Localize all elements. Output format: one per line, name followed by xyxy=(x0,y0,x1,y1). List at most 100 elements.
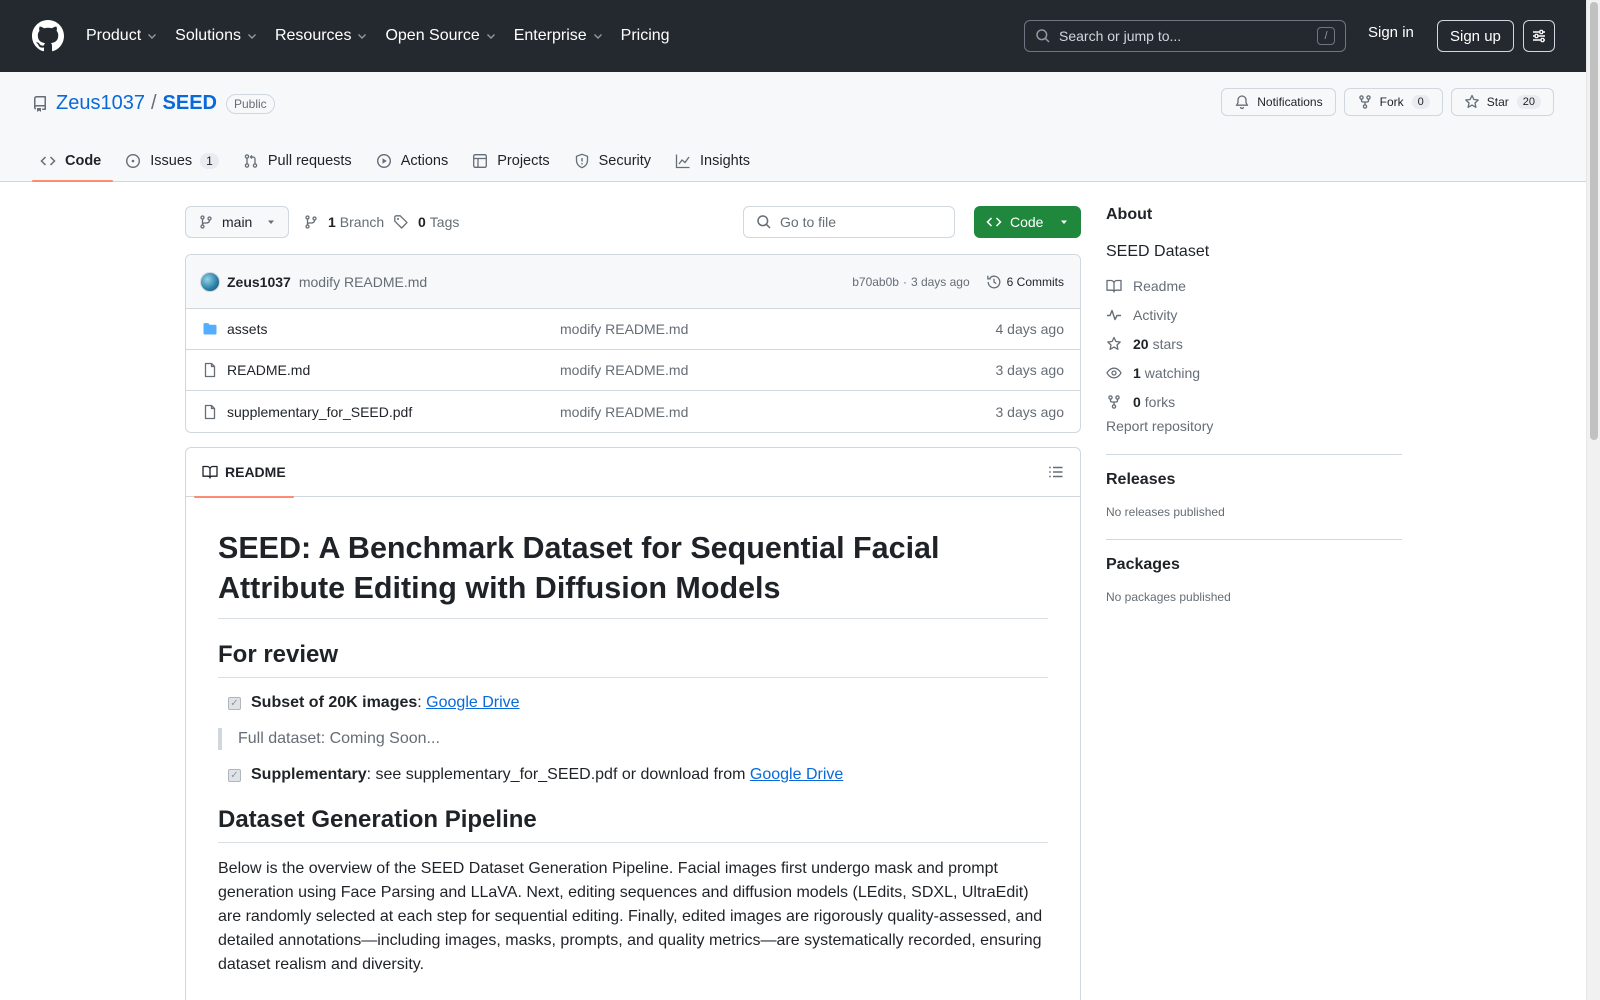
nav-solutions[interactable]: Solutions xyxy=(175,27,258,45)
checked-checkbox: ✓ xyxy=(228,696,241,710)
nav-product[interactable]: Product xyxy=(86,27,158,45)
global-search-input[interactable]: Search or jump to... / xyxy=(1024,20,1346,52)
repo-owner-link[interactable]: Zeus1037 xyxy=(56,92,145,115)
activity-link-label: Activity xyxy=(1133,306,1178,323)
file-name-link[interactable]: supplementary_for_SEED.pdf xyxy=(227,404,412,420)
file-commit-message-link[interactable]: modify README.md xyxy=(560,362,688,378)
nav-label: Enterprise xyxy=(513,27,587,44)
stars-link[interactable]: 20 stars xyxy=(1106,329,1402,358)
task-item: ✓ Subset of 20K images : Google Drive xyxy=(218,694,1048,712)
tab-issues[interactable]: Issues 1 xyxy=(117,140,231,182)
chevron-down-icon xyxy=(593,34,602,39)
branch-name: main xyxy=(222,214,253,230)
watching-count: 1 xyxy=(1133,364,1141,381)
repo-tabs: Code Issues 1 Pull requests Actions Proj… xyxy=(32,140,766,182)
tab-pull-requests[interactable]: Pull requests xyxy=(235,140,364,182)
tab-security[interactable]: Security xyxy=(566,140,663,182)
commit-meta: b70ab0b · 3 days ago 6 Commits xyxy=(852,274,1064,290)
readme-link[interactable]: Readme xyxy=(1106,271,1402,300)
star-button[interactable]: Star 20 xyxy=(1450,88,1554,116)
repo-name-link[interactable]: SEED xyxy=(163,92,217,115)
nav-pricing[interactable]: Pricing xyxy=(621,27,670,45)
branches-link[interactable]: 1 Branch xyxy=(303,206,384,238)
notifications-button[interactable]: Notifications xyxy=(1221,88,1336,116)
file-row[interactable]: assets modify README.md 4 days ago xyxy=(186,309,1080,350)
repo-path-separator: / xyxy=(150,92,157,114)
file-name-link[interactable]: README.md xyxy=(227,362,310,378)
repo-title: Zeus1037 / SEED Public xyxy=(32,92,275,115)
nav-enterprise[interactable]: Enterprise xyxy=(514,27,604,45)
file-commit-message-link[interactable]: modify README.md xyxy=(560,404,688,420)
google-drive-link[interactable]: Google Drive xyxy=(426,694,519,712)
star-count: 20 xyxy=(1516,95,1541,109)
activity-link[interactable]: Activity xyxy=(1106,300,1402,329)
file-commit-message-link[interactable]: modify README.md xyxy=(560,321,688,337)
fork-button[interactable]: Fork 0 xyxy=(1343,88,1443,116)
list-unordered-icon xyxy=(1049,466,1063,478)
forks-label: forks xyxy=(1144,393,1176,410)
search-icon xyxy=(1036,29,1050,43)
google-drive-link[interactable]: Google Drive xyxy=(750,766,843,784)
report-repository-link[interactable]: Report repository xyxy=(1106,418,1402,434)
tab-label: Pull requests xyxy=(267,153,352,169)
repo-icon xyxy=(34,95,46,112)
file-table: Zeus1037 modify README.md b70ab0b · 3 da… xyxy=(185,254,1081,433)
commits-count-label: 6 Commits xyxy=(1006,274,1064,289)
settings-menu-button[interactable] xyxy=(1523,20,1555,52)
bell-icon xyxy=(1235,95,1249,110)
caret-down-icon xyxy=(268,220,274,224)
sign-in-link[interactable]: Sign in xyxy=(1368,24,1414,41)
nav-open-source[interactable]: Open Source xyxy=(385,27,496,45)
code-dropdown-button[interactable]: Code xyxy=(974,206,1081,238)
chevron-down-icon xyxy=(486,34,495,39)
search-icon xyxy=(757,215,771,229)
repo-description: SEED Dataset xyxy=(1106,243,1210,260)
outline-button[interactable] xyxy=(1048,464,1064,480)
go-to-file-input[interactable]: Go to file xyxy=(743,206,955,238)
packages-heading-link[interactable]: Packages xyxy=(1106,556,1402,574)
file-row[interactable]: supplementary_for_SEED.pdf modify README… xyxy=(186,391,1080,432)
section-heading-review: For review xyxy=(218,641,1048,679)
readme-tab-label: README xyxy=(225,464,286,480)
pipeline-paragraph: Below is the overview of the SEED Datase… xyxy=(218,860,1043,974)
commit-message-link[interactable]: modify README.md xyxy=(299,274,427,290)
tab-code[interactable]: Code xyxy=(32,140,114,182)
commit-hash-link[interactable]: b70ab0b xyxy=(852,275,899,289)
issues-count: 1 xyxy=(200,153,219,169)
file-name-link[interactable]: assets xyxy=(227,321,267,337)
tab-actions[interactable]: Actions xyxy=(368,140,461,182)
nav-label: Solutions xyxy=(175,27,241,44)
forks-link[interactable]: 0 forks xyxy=(1106,387,1402,416)
readme-tab[interactable]: README xyxy=(194,448,294,498)
sign-up-button[interactable]: Sign up xyxy=(1437,20,1514,52)
task-bold-text: Subset of 20K images xyxy=(251,694,418,712)
scrollbar-thumb[interactable] xyxy=(1590,2,1598,440)
readme-content: SEED: A Benchmark Dataset for Sequential… xyxy=(186,497,1080,977)
task-text: : see supplementary_for_SEED.pdf or down… xyxy=(366,766,750,784)
commits-history-link[interactable]: 6 Commits xyxy=(986,274,1064,290)
tab-insights[interactable]: Insights xyxy=(667,140,762,182)
commit-time: 3 days ago xyxy=(910,274,970,289)
tag-label: Tags xyxy=(429,214,460,230)
eye-icon xyxy=(1106,367,1122,378)
file-row[interactable]: README.md modify README.md 3 days ago xyxy=(186,350,1080,391)
commit-author-link[interactable]: Zeus1037 xyxy=(227,274,291,290)
releases-heading-link[interactable]: Releases xyxy=(1106,471,1402,489)
nav-resources[interactable]: Resources xyxy=(275,27,368,45)
caret-down-icon xyxy=(1061,220,1067,224)
watchers-link[interactable]: 1 watching xyxy=(1106,358,1402,387)
author-avatar[interactable] xyxy=(200,271,220,292)
tags-link[interactable]: 0 Tags xyxy=(393,206,459,238)
readme-title: SEED: A Benchmark Dataset for Sequential… xyxy=(218,497,1048,620)
branch-select-button[interactable]: main xyxy=(185,206,289,238)
global-header: Product Solutions Resources Open Source … xyxy=(0,0,1586,72)
tab-projects[interactable]: Projects xyxy=(464,140,561,182)
star-label: Star xyxy=(1486,95,1509,109)
tab-label: Issues xyxy=(150,153,193,169)
releases-empty-text: No releases published xyxy=(1106,505,1225,519)
book-icon xyxy=(202,465,218,479)
page-scrollbar[interactable] xyxy=(1586,0,1600,1000)
github-logo-icon[interactable] xyxy=(32,20,64,52)
pulse-icon xyxy=(1107,309,1121,320)
divider xyxy=(1106,539,1402,540)
